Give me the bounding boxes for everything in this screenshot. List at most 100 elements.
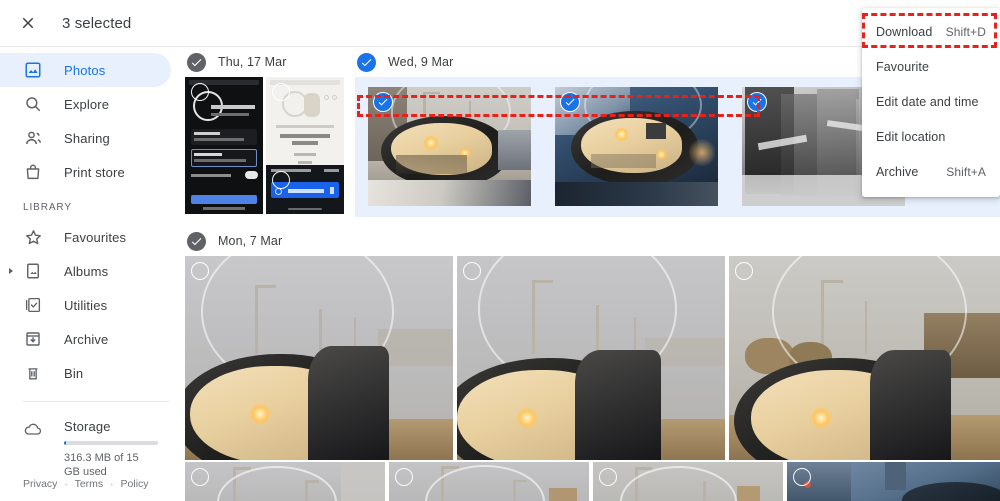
google-photos-window: 3 selected Photos Explore Sharing Print … [0,0,1000,501]
selected-count-label: 3 selected [62,14,132,32]
photo-select-checkbox[interactable] [272,83,290,101]
check-icon [361,58,372,66]
photo-thumbnail[interactable] [729,256,1000,460]
photo-image [729,256,1000,460]
sidebar-divider [23,401,169,402]
menu-item-label: Edit date and time [876,94,979,109]
photo-select-checkbox[interactable] [463,262,481,280]
menu-item-edit-date-and-time[interactable]: Edit date and time [862,84,1000,119]
date-group-select-checkbox[interactable] [187,231,206,251]
terms-link[interactable]: Terms [75,478,104,490]
photo-thumbnail[interactable] [185,77,263,214]
policy-link[interactable]: Policy [121,478,149,490]
sidebar-item-label: Archive [64,331,109,347]
selection-toolbar: 3 selected [0,0,1000,47]
photo-image [593,462,783,501]
storage-title: Storage [64,419,111,434]
photo-select-checkbox[interactable] [191,468,209,486]
photo-select-checkbox[interactable] [748,93,766,111]
date-group-select-checkbox[interactable] [357,52,376,72]
photo-select-checkbox[interactable] [191,262,209,280]
sidebar-item-label: Explore [64,96,110,112]
storage-progress-fill [64,441,66,445]
photo-thumbnail-selected[interactable] [555,87,718,206]
storage-details: Storage 316.3 MB of 15 GB used [64,419,158,479]
sidebar-item-label: Utilities [64,297,108,313]
menu-item-edit-location[interactable]: Edit location [862,119,1000,154]
footer-separator: · [64,478,68,490]
photo-select-checkbox[interactable] [793,468,811,486]
photo-thumbnail[interactable] [457,256,725,460]
photo-image [457,256,725,460]
sidebar-item-utilities[interactable]: Utilities [0,288,171,322]
sidebar-item-label: Favourites [64,229,127,245]
footer-separator: · [110,478,114,490]
sidebar-item-label: Bin [64,365,84,381]
sidebar-item-label: Print store [64,164,125,180]
sidebar-item-label: Photos [64,62,106,78]
menu-item-shortcut: Shift+D [945,24,986,39]
context-menu: Download Shift+D Favourite Edit date and… [862,8,1000,197]
photo-image [368,87,531,206]
storage-usage-text: 316.3 MB of 15 GB used [64,452,139,478]
sidebar-item-sharing[interactable]: Sharing [0,121,171,155]
photo-thumbnail[interactable] [389,462,589,501]
date-group-header: Wed, 9 Mar [355,47,453,77]
privacy-link[interactable]: Privacy [23,478,57,490]
photo-image [787,462,1000,501]
photo-row-bottom [185,462,1000,501]
photo-thumbnail[interactable] [185,256,453,460]
photo-select-checkbox[interactable] [561,93,579,111]
photo-select-checkbox[interactable] [735,262,753,280]
menu-item-archive[interactable]: Archive Shift+A [862,154,1000,189]
photo-image [185,462,385,501]
sidebar-item-archive[interactable]: Archive [0,322,171,356]
close-selection-button[interactable] [8,3,48,43]
storage-section[interactable]: Storage 316.3 MB of 15 GB used [0,419,185,479]
sidebar-item-bin[interactable]: Bin [0,356,171,390]
menu-item-label: Favourite [876,59,930,74]
sidebar-item-photos[interactable]: Photos [0,53,171,87]
archive-icon [23,329,43,349]
date-group-header: Thu, 17 Mar [185,47,287,77]
date-group-select-checkbox[interactable] [187,52,206,72]
sidebar-item-favourites[interactable]: Favourites [0,220,171,254]
check-icon [191,58,202,66]
menu-item-download[interactable]: Download Shift+D [862,14,1000,49]
trash-icon [23,363,43,383]
photo-thumbnail[interactable] [266,165,344,214]
photo-select-checkbox[interactable] [191,83,209,101]
album-icon [23,261,43,281]
photo-select-checkbox[interactable] [395,468,413,486]
date-group-label: Mon, 7 Mar [218,234,283,248]
sidebar-item-explore[interactable]: Explore [0,87,171,121]
photo-thumbnail[interactable] [185,462,385,501]
check-icon [752,98,762,106]
date-group-header: Mon, 7 Mar [185,226,1000,256]
photo-row-large [185,256,1000,462]
photo-thumbnail[interactable] [787,462,1000,501]
photo-thumbnail-selected[interactable] [368,87,531,206]
cloud-icon [23,419,43,439]
bag-icon [23,162,43,182]
sidebar-item-print-store[interactable]: Print store [0,155,171,189]
storage-progress-bar [64,441,158,445]
photo-select-checkbox[interactable] [272,171,290,189]
check-icon [565,98,575,106]
check-icon [191,237,202,245]
menu-item-label: Archive [876,164,919,179]
menu-item-favourite[interactable]: Favourite [862,49,1000,84]
photo-select-checkbox[interactable] [599,468,617,486]
date-group-label: Wed, 9 Mar [388,55,454,69]
sidebar-item-albums[interactable]: Albums [0,254,171,288]
photo-select-checkbox[interactable] [374,93,392,111]
footer-links: Privacy · Terms · Policy [23,478,149,490]
menu-item-label: Download [876,24,933,39]
photo-image [389,462,589,501]
search-icon [23,94,43,114]
star-icon [23,227,43,247]
photo-thumbnail[interactable] [593,462,783,501]
menu-item-label: Edit location [876,129,946,144]
photo-image [185,256,453,460]
chevron-right-icon[interactable] [9,268,13,274]
